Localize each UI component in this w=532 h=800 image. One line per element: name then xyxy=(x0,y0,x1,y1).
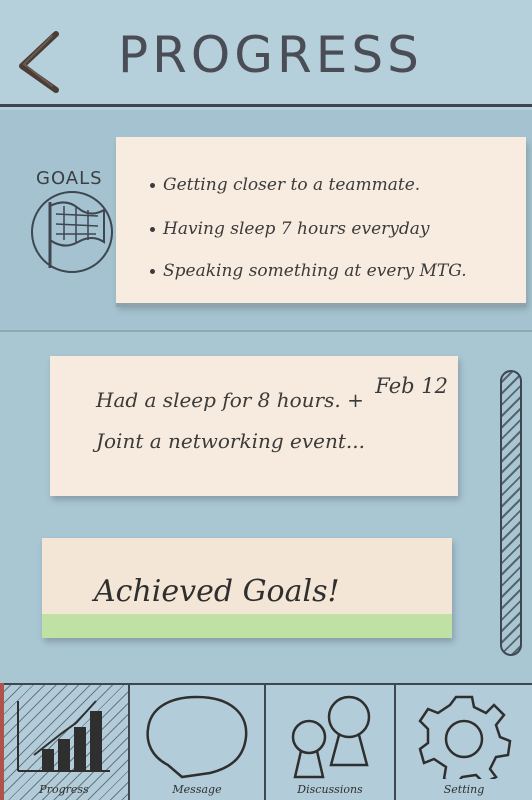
progress-screen: PROGRESS GOALS Getting closer to a teamm… xyxy=(0,0,532,800)
diary-entry-date: Feb 12 xyxy=(375,374,448,398)
tab-progress[interactable]: Progress xyxy=(0,685,130,800)
paper-edge xyxy=(0,683,4,800)
tab-message[interactable]: Message xyxy=(130,685,266,800)
diary-entry-text: Had a sleep for 8 hours. + Joint a netwo… xyxy=(96,388,366,453)
bar-chart-icon xyxy=(17,700,110,772)
goals-card: Getting closer to a teammate. Having sle… xyxy=(116,137,526,303)
speech-bubble-icon xyxy=(146,695,248,779)
goal-item: Getting closer to a teammate. xyxy=(150,175,420,195)
tab-progress-label: Progress xyxy=(39,783,89,796)
green-tape xyxy=(42,614,452,638)
page-title: PROGRESS xyxy=(118,26,423,84)
header-divider xyxy=(0,104,532,107)
gear-icon xyxy=(418,695,512,779)
people-icon xyxy=(291,695,371,779)
flag-icon xyxy=(26,188,120,276)
bullet-icon xyxy=(150,269,155,274)
goals-label: GOALS xyxy=(36,168,103,189)
achieved-goals-button[interactable]: Achieved Goals! xyxy=(42,538,452,638)
tab-message-label: Message xyxy=(172,783,222,796)
back-button[interactable] xyxy=(12,28,68,94)
tab-setting-label: Setting xyxy=(443,783,485,796)
bullet-icon xyxy=(150,227,155,232)
bullet-icon xyxy=(150,183,155,188)
achieved-goals-label: Achieved Goals! xyxy=(94,574,340,609)
bottom-tab-bar: Progress Message Discussions Setting xyxy=(0,683,532,800)
chevron-left-icon xyxy=(19,31,59,93)
tab-discussions-label: Discussions xyxy=(297,783,363,796)
tab-setting[interactable]: Setting xyxy=(396,685,532,800)
tab-discussions[interactable]: Discussions xyxy=(266,685,396,800)
diary-entry-card[interactable]: Had a sleep for 8 hours. + Joint a netwo… xyxy=(50,356,458,496)
section-divider xyxy=(0,330,532,332)
goal-item: Having sleep 7 hours everyday xyxy=(150,219,430,239)
header: PROGRESS xyxy=(0,0,532,110)
goal-item: Speaking something at every MTG. xyxy=(150,261,467,281)
scrollbar[interactable] xyxy=(500,370,522,656)
